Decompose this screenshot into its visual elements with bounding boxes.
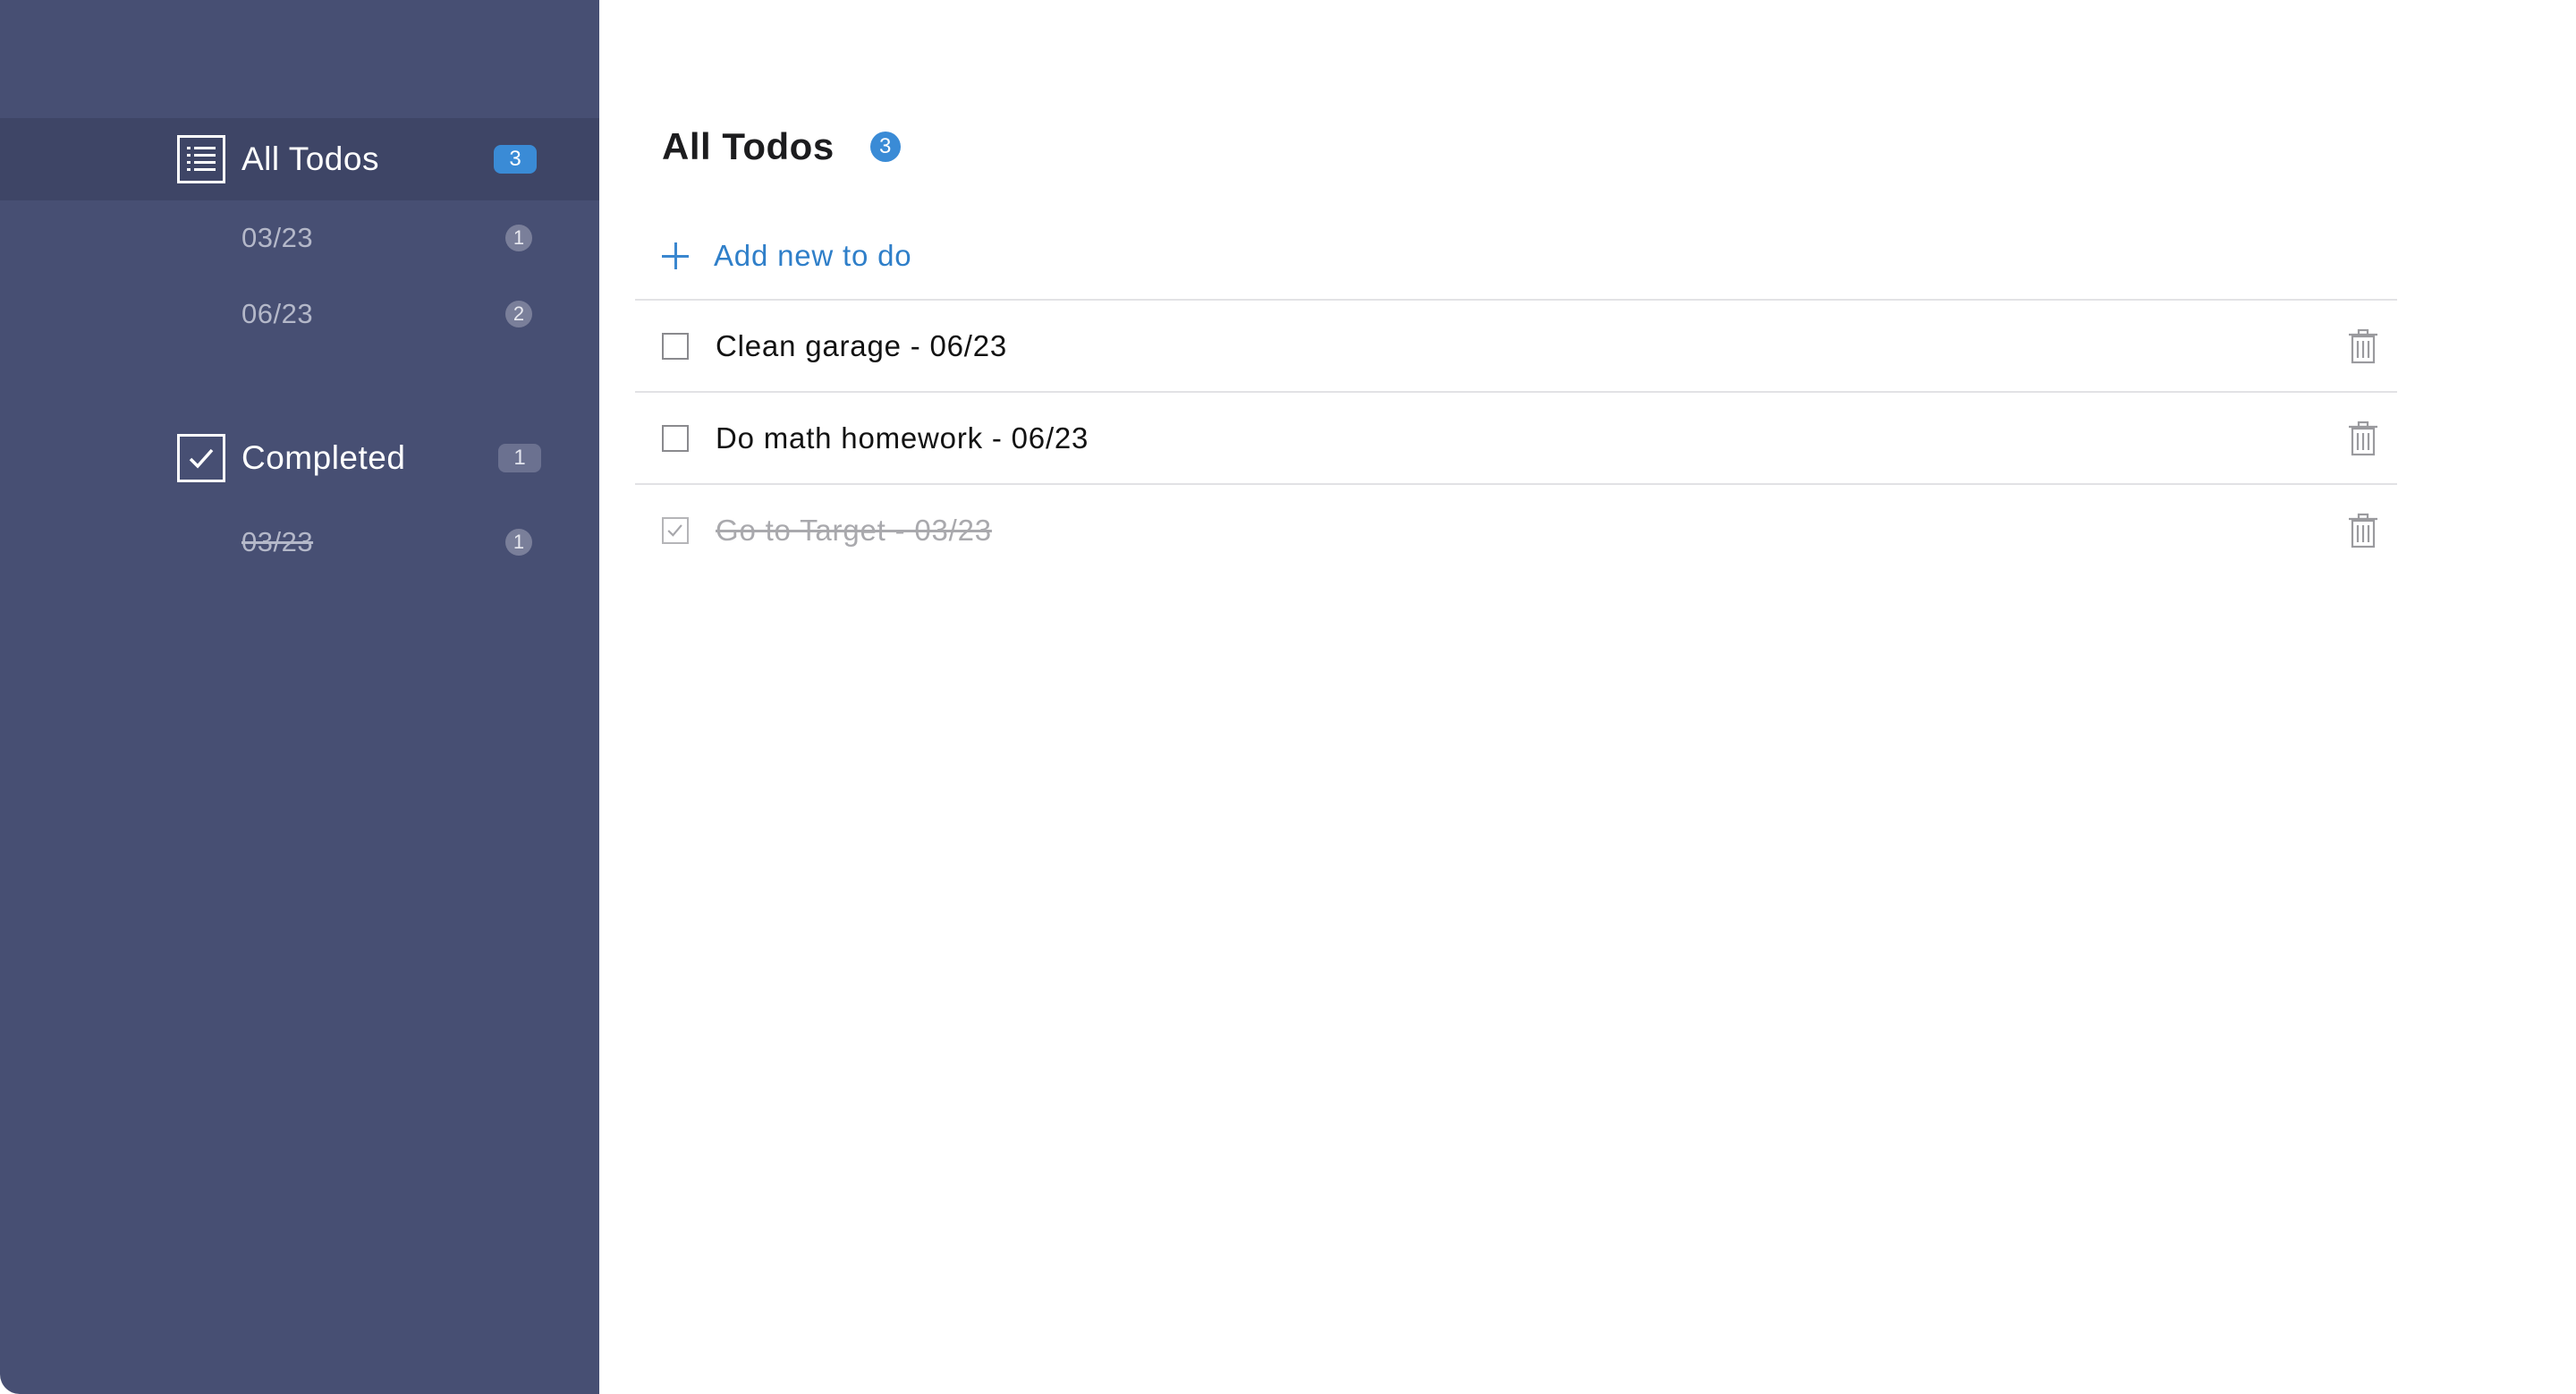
todo-checkbox[interactable] — [662, 332, 689, 360]
todo-text: Clean garage - 06/23 — [716, 328, 1008, 362]
plus-icon — [662, 242, 689, 269]
page-header: All Todos 3 — [662, 122, 901, 172]
trash-icon[interactable] — [2348, 328, 2378, 364]
todo-list: Clean garage - 06/23 Do math homework - … — [635, 299, 2397, 575]
nav-date-count: 1 — [505, 225, 532, 251]
nav-completed-count: 1 — [498, 444, 541, 472]
sidebar: All Todos 3 03/23 1 06/23 2 Completed 1 … — [0, 0, 599, 1394]
nav-all-date-03-23[interactable]: 03/23 1 — [0, 207, 599, 269]
title-count-badge: 3 — [869, 132, 901, 162]
nav-all-date-06-23[interactable]: 06/23 2 — [0, 283, 599, 345]
add-todo-button[interactable]: Add new to do — [662, 231, 911, 281]
main-panel: All Todos 3 Add new to do Clean garage -… — [599, 0, 2576, 1394]
todo-text: Do math homework - 06/23 — [716, 421, 1089, 455]
todo-item-completed: Go to Target - 03/23 — [635, 483, 2397, 575]
page-title: All Todos — [662, 125, 835, 167]
todo-text: Go to Target - 03/23 — [716, 513, 992, 547]
add-todo-label: Add new to do — [714, 239, 912, 272]
list-icon — [177, 135, 225, 183]
nav-all-todos[interactable]: All Todos 3 — [0, 118, 599, 200]
nav-date-label: 03/23 — [242, 526, 314, 557]
trash-icon[interactable] — [2348, 421, 2378, 456]
nav-date-label: 03/23 — [242, 222, 314, 253]
nav-completed-label: Completed — [242, 439, 406, 476]
nav-date-label: 06/23 — [242, 298, 314, 329]
todo-item: Do math homework - 06/23 — [635, 391, 2397, 483]
todo-item: Clean garage - 06/23 — [635, 299, 2397, 391]
nav-date-count: 1 — [505, 529, 532, 556]
todo-checkbox[interactable] — [662, 424, 689, 452]
todo-app: All Todos 3 03/23 1 06/23 2 Completed 1 … — [0, 0, 2576, 1394]
nav-completed[interactable]: Completed 1 — [0, 417, 599, 499]
nav-completed-date-03-23[interactable]: 03/23 1 — [0, 511, 599, 574]
nav-all-todos-label: All Todos — [242, 140, 379, 177]
nav-date-count: 2 — [505, 301, 532, 327]
todo-checkbox-checked[interactable] — [662, 516, 689, 544]
checkbox-icon — [177, 434, 225, 482]
nav-all-todos-count: 3 — [494, 145, 537, 174]
trash-icon[interactable] — [2348, 513, 2378, 548]
